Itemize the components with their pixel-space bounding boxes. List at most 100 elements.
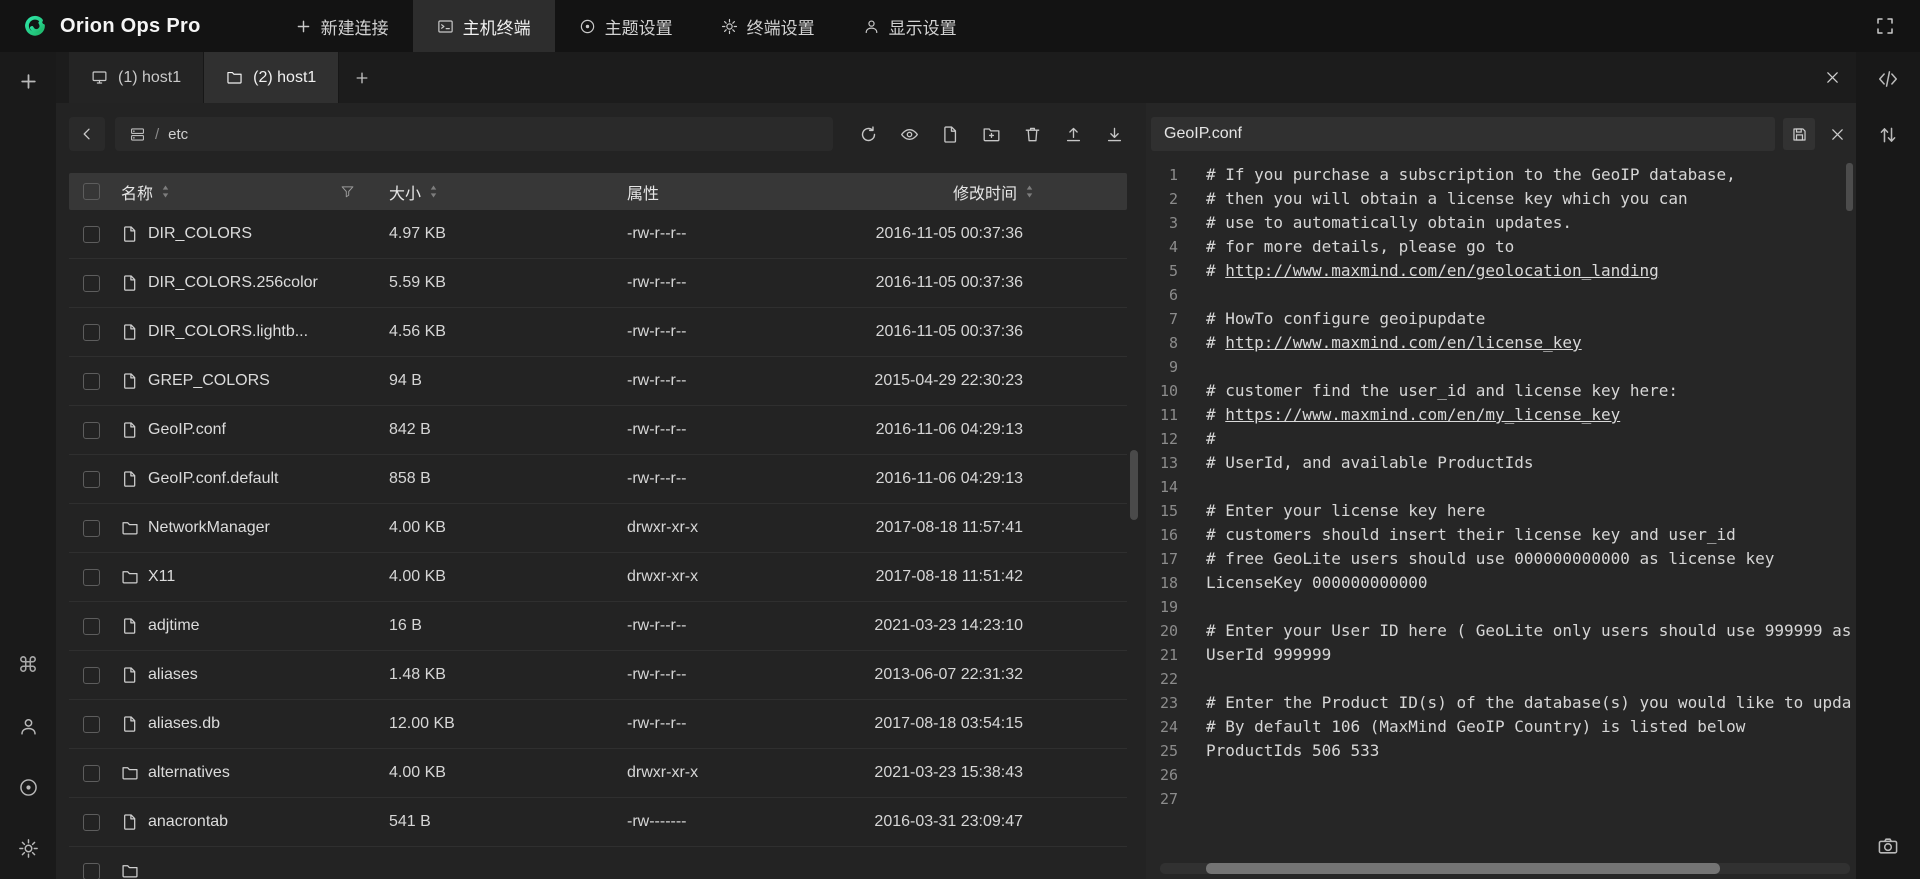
row-checkbox[interactable] <box>83 324 100 341</box>
delete-button[interactable] <box>1019 121 1045 147</box>
code-line[interactable]: 26 <box>1151 763 1851 787</box>
code-line[interactable]: 23 # Enter the Product ID(s) of the data… <box>1151 691 1851 715</box>
fullscreen-button[interactable] <box>1872 13 1898 39</box>
brand[interactable]: Orion Ops Pro <box>20 0 201 52</box>
table-row[interactable]: X11 4.00 KB drwxr-xr-x 2017-08-18 11:51:… <box>69 553 1127 602</box>
file-name[interactable]: anacrontab <box>148 813 228 831</box>
code-link[interactable]: http://www.maxmind.com/en/geolocation_la… <box>1225 261 1658 280</box>
table-row[interactable]: GREP_COLORS 94 B -rw-r--r-- 2015-04-29 2… <box>69 357 1127 406</box>
file-name[interactable]: DIR_COLORS.256color <box>148 274 318 292</box>
screenshot-button[interactable] <box>1873 831 1903 861</box>
table-row-partial[interactable] <box>69 847 1127 879</box>
code-line[interactable]: 11 # https://www.maxmind.com/en/my_licen… <box>1151 403 1851 427</box>
file-name[interactable]: aliases <box>148 666 198 684</box>
column-header-size[interactable]: 大小 <box>389 180 421 204</box>
table-row[interactable]: DIR_COLORS.lightb... 4.56 KB -rw-r--r-- … <box>69 308 1127 357</box>
row-checkbox[interactable] <box>83 520 100 537</box>
editor-horizontal-scrollbar[interactable] <box>1160 863 1850 874</box>
row-checkbox[interactable] <box>83 765 100 782</box>
code-line[interactable]: 9 <box>1151 355 1851 379</box>
code-line[interactable]: 19 <box>1151 595 1851 619</box>
swap-layout-button[interactable] <box>1873 120 1903 150</box>
table-row[interactable]: GeoIP.conf.default 858 B -rw-r--r-- 2016… <box>69 455 1127 504</box>
new-folder-button[interactable] <box>978 121 1004 147</box>
file-name[interactable]: X11 <box>148 568 175 586</box>
code-view-button[interactable] <box>1873 64 1903 94</box>
table-row[interactable]: DIR_COLORS.256color 5.59 KB -rw-r--r-- 2… <box>69 259 1127 308</box>
add-tab-button[interactable] <box>339 52 385 103</box>
file-name[interactable]: NetworkManager <box>148 519 270 537</box>
table-row[interactable]: DIR_COLORS 4.97 KB -rw-r--r-- 2016-11-05… <box>69 210 1127 259</box>
row-checkbox[interactable] <box>83 814 100 831</box>
code-line[interactable]: 17 # free GeoLite users should use 00000… <box>1151 547 1851 571</box>
row-checkbox[interactable] <box>83 667 100 684</box>
code-line[interactable]: 1 # If you purchase a subscription to th… <box>1151 163 1851 187</box>
scrollbar-thumb[interactable] <box>1206 863 1720 874</box>
column-header-attrs[interactable]: 属性 <box>627 186 659 203</box>
code-line[interactable]: 10 # customer find the user_id and licen… <box>1151 379 1851 403</box>
file-name[interactable]: DIR_COLORS.lightb... <box>148 323 308 341</box>
code-line[interactable]: 6 <box>1151 283 1851 307</box>
code-line[interactable]: 21 UserId 999999 <box>1151 643 1851 667</box>
file-name[interactable]: GeoIP.conf <box>148 421 226 439</box>
file-name[interactable]: adjtime <box>148 617 200 635</box>
code-line[interactable]: 2 # then you will obtain a license key w… <box>1151 187 1851 211</box>
code-line[interactable]: 24 # By default 106 (MaxMind GeoIP Count… <box>1151 715 1851 739</box>
menu-item-host-terminal[interactable]: 主机终端 <box>413 0 555 52</box>
row-checkbox[interactable] <box>83 618 100 635</box>
table-row[interactable]: adjtime 16 B -rw-r--r-- 2021-03-23 14:23… <box>69 602 1127 651</box>
menu-item-display-settings[interactable]: 显示设置 <box>839 0 981 52</box>
table-row[interactable]: NetworkManager 4.00 KB drwxr-xr-x 2017-0… <box>69 504 1127 553</box>
file-name[interactable]: DIR_COLORS <box>148 225 252 243</box>
new-file-button[interactable] <box>937 121 963 147</box>
sort-icon[interactable] <box>428 184 439 199</box>
code-line[interactable]: 15 # Enter your license key here <box>1151 499 1851 523</box>
tab-host1-terminal[interactable]: (1) host1 <box>69 52 204 103</box>
code-line[interactable]: 8 # http://www.maxmind.com/en/license_ke… <box>1151 331 1851 355</box>
code-line[interactable]: 7 # HowTo configure geoipupdate <box>1151 307 1851 331</box>
code-line[interactable]: 25 ProductIds 506 533 <box>1151 739 1851 763</box>
row-checkbox[interactable] <box>83 226 100 243</box>
table-row[interactable]: aliases 1.48 KB -rw-r--r-- 2013-06-07 22… <box>69 651 1127 700</box>
editor-vertical-scrollbar[interactable] <box>1846 163 1853 211</box>
sort-icon[interactable] <box>160 184 171 199</box>
menu-item-terminal-settings[interactable]: 终端设置 <box>697 0 839 52</box>
code-line[interactable]: 27 <box>1151 787 1851 811</box>
row-checkbox[interactable] <box>83 863 100 879</box>
menu-item-theme-settings[interactable]: 主题设置 <box>555 0 697 52</box>
row-checkbox[interactable] <box>83 471 100 488</box>
back-button[interactable] <box>69 117 105 151</box>
theme-button[interactable] <box>13 772 43 802</box>
code-line[interactable]: 5 # http://www.maxmind.com/en/geolocatio… <box>1151 259 1851 283</box>
code-line[interactable]: 16 # customers should insert their licen… <box>1151 523 1851 547</box>
preview-button[interactable] <box>896 121 922 147</box>
close-editor-button[interactable] <box>1823 118 1851 150</box>
tab-host1-files[interactable]: (2) host1 <box>204 52 339 103</box>
sort-icon[interactable] <box>1024 184 1035 199</box>
file-name[interactable]: GREP_COLORS <box>148 372 270 390</box>
new-tab-button[interactable] <box>13 66 43 96</box>
row-checkbox[interactable] <box>83 275 100 292</box>
save-file-button[interactable] <box>1783 118 1815 150</box>
select-all-checkbox[interactable] <box>83 183 100 200</box>
file-list-scrollbar[interactable] <box>1130 450 1138 520</box>
table-row[interactable]: anacrontab 541 B -rw------- 2016-03-31 2… <box>69 798 1127 847</box>
settings-button[interactable] <box>13 833 43 863</box>
code-line[interactable]: 22 <box>1151 667 1851 691</box>
filter-icon[interactable] <box>340 184 355 199</box>
upload-button[interactable] <box>1060 121 1086 147</box>
table-row[interactable]: alternatives 4.00 KB drwxr-xr-x 2021-03-… <box>69 749 1127 798</box>
code-editor[interactable]: 1 # If you purchase a subscription to th… <box>1151 163 1851 879</box>
code-line[interactable]: 4 # for more details, please go to <box>1151 235 1851 259</box>
row-checkbox[interactable] <box>83 373 100 390</box>
column-header-name[interactable]: 名称 <box>121 180 153 204</box>
code-line[interactable]: 13 # UserId, and available ProductIds <box>1151 451 1851 475</box>
table-row[interactable]: aliases.db 12.00 KB -rw-r--r-- 2017-08-1… <box>69 700 1127 749</box>
download-button[interactable] <box>1101 121 1127 147</box>
users-button[interactable] <box>13 711 43 741</box>
code-line[interactable]: 20 # Enter your User ID here ( GeoLite o… <box>1151 619 1851 643</box>
code-link[interactable]: http://www.maxmind.com/en/license_key <box>1225 333 1581 352</box>
column-header-mtime[interactable]: 修改时间 <box>953 180 1017 204</box>
path-segment[interactable]: etc <box>168 126 188 143</box>
file-name[interactable]: GeoIP.conf.default <box>148 470 278 488</box>
